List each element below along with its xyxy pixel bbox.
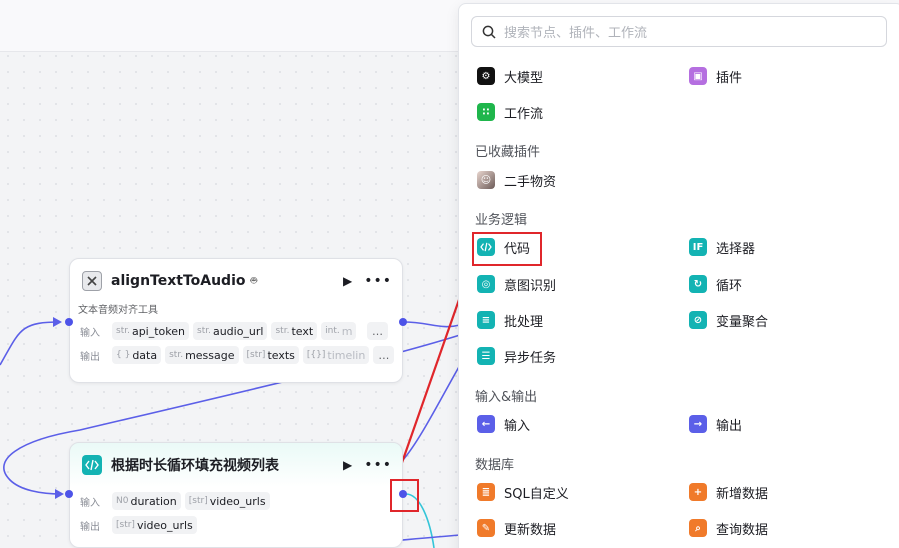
item-add-data[interactable]: + 新增数据 xyxy=(671,478,768,506)
search-icon xyxy=(482,25,496,39)
input-chip: str. text xyxy=(271,322,318,340)
workflow-icon: ∷ xyxy=(477,103,495,121)
node-title: alignTextToAudio xyxy=(111,273,246,289)
node-header: 根据时长循环填充视频列表 ▶ ••• xyxy=(70,443,402,487)
item-sql-custom[interactable]: ≣ SQL自定义 xyxy=(459,478,569,506)
item-loop[interactable]: ↻ 循环 xyxy=(671,270,742,298)
wire-arrow-loop xyxy=(55,489,64,499)
plugin-cube-icon: ▣ xyxy=(689,67,707,85)
wire-to-align-input xyxy=(0,321,61,366)
search-box[interactable]: 搜索节点、插件、工作流 xyxy=(471,16,887,47)
code-icon xyxy=(82,455,102,475)
output-port-highlight xyxy=(390,479,419,512)
output-chip: str. message xyxy=(165,346,239,364)
more-inputs-button[interactable]: … xyxy=(367,322,388,340)
node-title: 根据时长循环填充视频列表 xyxy=(111,458,279,474)
db-sql-icon: ≣ xyxy=(477,483,495,501)
input-row: 输入 N0 duration [str] video_urls xyxy=(70,489,402,513)
node-loop-fill-video-list[interactable]: 根据时长循环填充视频列表 ▶ ••• 输入 N0 duration [str] vi… xyxy=(69,442,403,548)
input-chip: str. api_token xyxy=(112,322,189,340)
output-port[interactable] xyxy=(399,318,407,326)
output-label: 输出 xyxy=(80,351,100,363)
input-port[interactable] xyxy=(65,490,73,498)
db-add-icon: + xyxy=(689,483,707,501)
item-output[interactable]: → 输出 xyxy=(671,410,742,438)
close-box-icon xyxy=(82,271,102,291)
loop-icon: ↻ xyxy=(689,275,707,293)
item-plugin[interactable]: ▣ 插件 xyxy=(671,62,742,90)
output-label: 输出 xyxy=(80,521,100,533)
input-chip: str. audio_url xyxy=(193,322,268,340)
run-button[interactable]: ▶ xyxy=(343,458,352,472)
node-description: 文本音频对齐工具 xyxy=(78,305,158,316)
node-picker-panel: 搜索节点、插件、工作流 ⚙ 大模型 ▣ 插件 ∷ 工作流 已收藏插件 ☺ 二手物… xyxy=(458,3,899,548)
item-var-merge[interactable]: ⊘ 变量聚合 xyxy=(671,306,768,334)
db-update-icon: ✎ xyxy=(477,519,495,537)
code-item-highlight xyxy=(472,232,542,266)
node-header: alignTextToAudio 🤖︎ ▶ ••• xyxy=(70,259,402,303)
more-button[interactable]: ••• xyxy=(364,457,392,473)
item-intent[interactable]: ◎ 意图识别 xyxy=(459,270,556,298)
bulb-icon: ◎ xyxy=(477,275,495,293)
node-align-text-to-audio[interactable]: alignTextToAudio 🤖︎ ▶ ••• 文本音频对齐工具 输入 st… xyxy=(69,258,403,383)
item-async-task[interactable]: ☰ 异步任务 xyxy=(459,342,556,370)
output-chip: [{}] timelin xyxy=(302,346,370,364)
more-outputs-button[interactable]: … xyxy=(373,346,395,364)
section-title-io: 输入&输出 xyxy=(475,390,538,405)
output-chip: [str] video_urls xyxy=(112,516,197,534)
merge-icon: ⊘ xyxy=(689,311,707,329)
layers-icon: ≡ xyxy=(477,311,495,329)
if-icon: IF xyxy=(689,238,707,256)
item-llm[interactable]: ⚙ 大模型 xyxy=(459,62,543,90)
avatar-icon: ☺ xyxy=(477,171,495,189)
more-button[interactable]: ••• xyxy=(364,273,392,289)
item-update-data[interactable]: ✎ 更新数据 xyxy=(459,514,556,542)
section-title-logic: 业务逻辑 xyxy=(475,213,528,228)
input-row: 输入 str. api_token str. audio_url str. text … xyxy=(70,319,402,343)
input-chip: int. m xyxy=(321,322,357,340)
wire-arrow-align xyxy=(53,317,62,327)
output-chip: { } data xyxy=(112,346,162,364)
item-selector[interactable]: IF 选择器 xyxy=(671,233,755,261)
input-chip: [str] video_urls xyxy=(184,492,270,510)
input-label: 输入 xyxy=(80,327,100,339)
input-port[interactable] xyxy=(65,318,73,326)
input-label: 输入 xyxy=(80,497,100,509)
db-query-icon: ⌕ xyxy=(689,519,707,537)
robot-icon: 🤖︎ xyxy=(250,273,258,287)
section-title-favorites: 已收藏插件 xyxy=(475,145,541,160)
item-query-data[interactable]: ⌕ 查询数据 xyxy=(671,514,768,542)
input-chip: N0 duration xyxy=(112,492,181,510)
item-second-hand[interactable]: ☺ 二手物资 xyxy=(459,166,556,194)
item-batch[interactable]: ≡ 批处理 xyxy=(459,306,543,334)
item-workflow[interactable]: ∷ 工作流 xyxy=(459,98,543,126)
output-row: 输出 { } data str. message [str] texts [{}] ti… xyxy=(70,343,402,367)
input-icon: ← xyxy=(477,415,495,433)
llm-icon: ⚙ xyxy=(477,67,495,85)
section-title-database: 数据库 xyxy=(475,458,515,473)
output-chip: [str] texts xyxy=(242,346,299,364)
async-task-icon: ☰ xyxy=(477,347,495,365)
item-input[interactable]: ← 输入 xyxy=(459,410,530,438)
search-input[interactable]: 搜索节点、插件、工作流 xyxy=(504,22,647,41)
run-button[interactable]: ▶ xyxy=(343,274,352,288)
output-row: 输出 [str] video_urls xyxy=(70,513,402,537)
output-icon: → xyxy=(689,415,707,433)
